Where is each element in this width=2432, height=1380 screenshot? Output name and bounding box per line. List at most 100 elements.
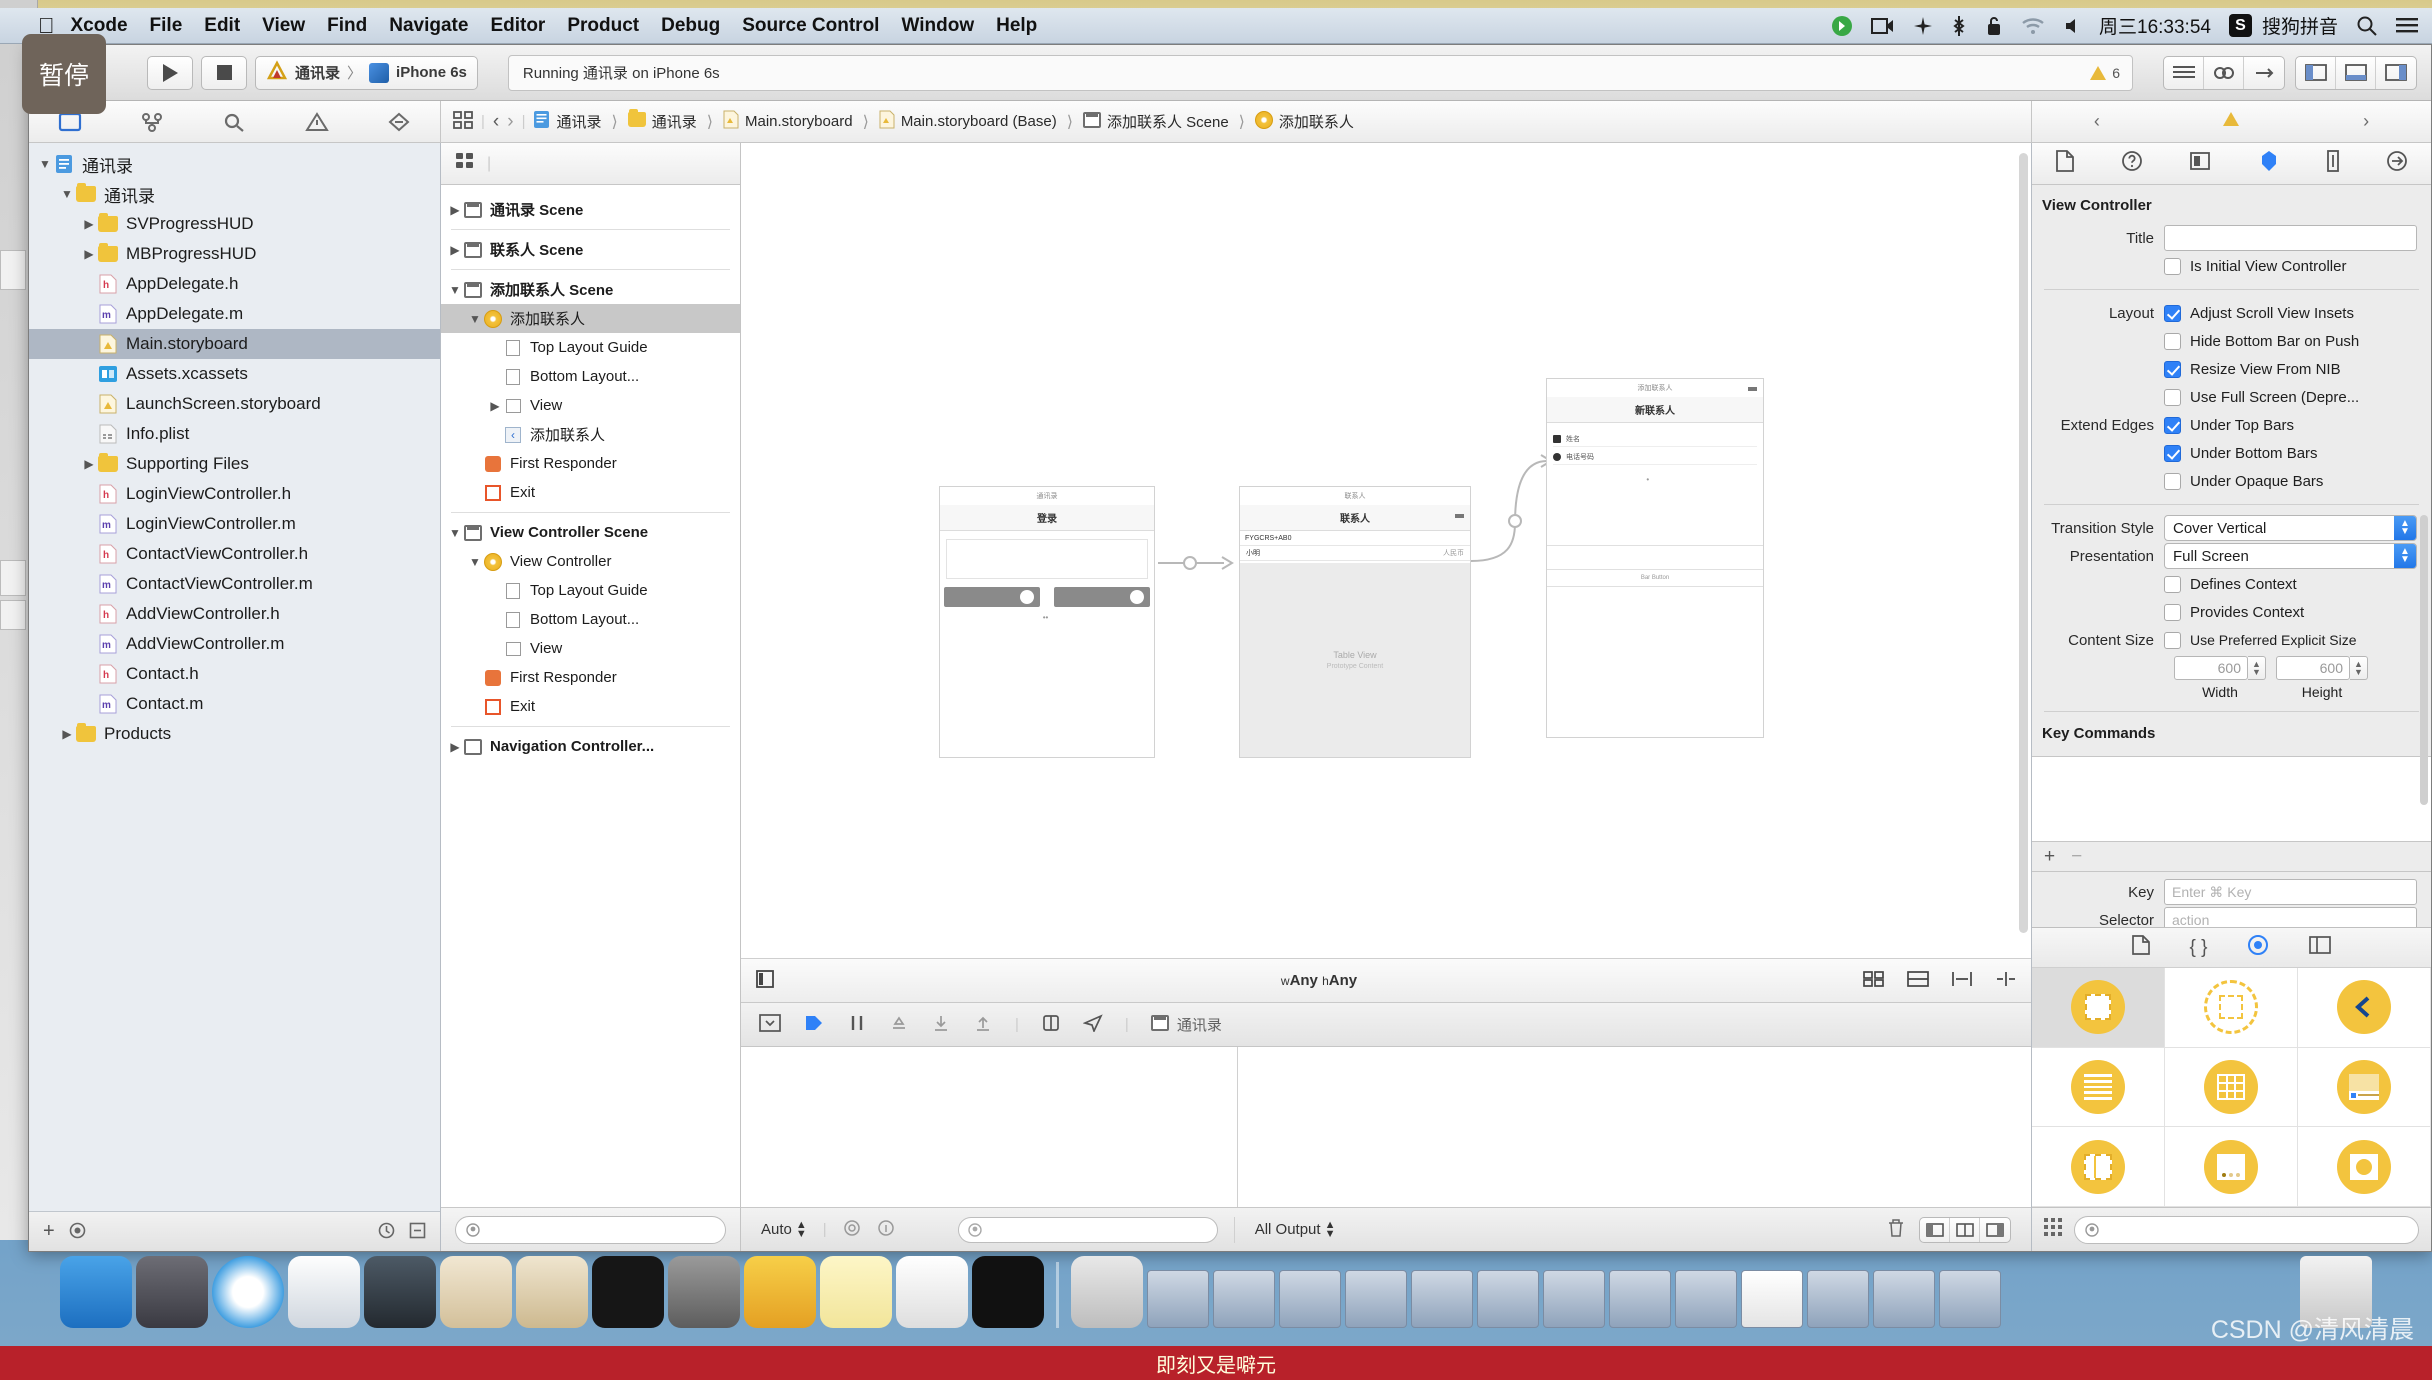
related-items-icon[interactable] bbox=[453, 110, 473, 133]
under-bottom-bars-checkbox[interactable] bbox=[2164, 444, 2181, 462]
hide-debug-icon[interactable] bbox=[2336, 56, 2376, 89]
document-outline-row[interactable]: ▼ 添加联系人 Scene bbox=[441, 275, 740, 304]
hide-navigator-icon[interactable] bbox=[2296, 56, 2336, 89]
content-size-row[interactable]: Content Size Use Preferred Explicit Size bbox=[2032, 626, 2431, 654]
menu-item-editor[interactable]: Editor bbox=[490, 15, 545, 37]
selector-row[interactable]: Selector action bbox=[2032, 906, 2431, 927]
document-outline-row[interactable]: ▼ View Controller Scene bbox=[441, 518, 740, 547]
align-icon[interactable] bbox=[1863, 970, 1885, 992]
resize-view-from-nib-checkbox[interactable] bbox=[2164, 360, 2181, 378]
disclosure-triangle-icon[interactable]: ▼ bbox=[447, 283, 463, 297]
project-navigator-row[interactable]: ▼ 通讯录 bbox=[29, 149, 440, 179]
pin-icon[interactable] bbox=[1907, 970, 1929, 992]
screen-record-icon[interactable] bbox=[1871, 16, 1895, 36]
project-navigator-row[interactable]: ▶ MBProgressHUD bbox=[29, 239, 440, 269]
volume-icon[interactable] bbox=[2063, 17, 2081, 35]
previous-issue-icon[interactable]: ‹ bbox=[2094, 111, 2100, 132]
scene-add-contact[interactable]: 添加联系人 新联系人 姓名 电话号码 • Bar Button bbox=[1546, 378, 1764, 738]
console-view[interactable] bbox=[1238, 1047, 2031, 1207]
step-out-icon[interactable] bbox=[973, 1014, 993, 1036]
disclosure-triangle-icon[interactable]: ▼ bbox=[467, 555, 483, 569]
input-method-label[interactable]: 搜狗拼音 bbox=[2262, 12, 2338, 39]
object-library-icon[interactable] bbox=[2247, 934, 2269, 961]
dock-imovie-icon[interactable] bbox=[364, 1256, 436, 1328]
recent-files-icon[interactable] bbox=[378, 1222, 395, 1242]
project-navigator-row[interactable]: LaunchScreen.storyboard bbox=[29, 389, 440, 419]
project-navigator-row[interactable]: Main.storyboard bbox=[29, 329, 440, 359]
version-editor-icon[interactable] bbox=[2244, 57, 2284, 89]
editor-mode-segmented[interactable] bbox=[2163, 55, 2285, 90]
scene-login[interactable]: 通讯录 登录 •• bbox=[939, 486, 1155, 758]
dock-minimized-window-6[interactable] bbox=[1477, 1270, 1539, 1328]
step-over-icon[interactable] bbox=[889, 1014, 909, 1036]
panel-toggles-segmented[interactable] bbox=[2295, 55, 2417, 90]
dock-minimized-window-3[interactable] bbox=[1279, 1270, 1341, 1328]
project-navigator-row[interactable]: ▶ Supporting Files bbox=[29, 449, 440, 479]
warning-icon[interactable] bbox=[2223, 112, 2240, 131]
dock-terminal-icon[interactable] bbox=[592, 1256, 664, 1328]
use-preferred-explicit-size-checkbox[interactable] bbox=[2164, 631, 2181, 649]
dock-minimized-window-2[interactable] bbox=[1213, 1270, 1275, 1328]
show-both-icon[interactable] bbox=[1950, 1217, 1980, 1242]
stop-button[interactable] bbox=[201, 55, 247, 90]
key-row[interactable]: Key Enter ⌘ Key bbox=[2032, 878, 2431, 906]
provides-context-checkbox[interactable] bbox=[2164, 603, 2181, 621]
media-library-icon[interactable] bbox=[2309, 936, 2332, 959]
extend-edges-top-row[interactable]: Extend Edges Under Top Bars bbox=[2032, 411, 2431, 439]
menu-item-product[interactable]: Product bbox=[567, 15, 639, 37]
layout-full-screen-row[interactable]: Use Full Screen (Depre... bbox=[2032, 383, 2431, 411]
library-item-split-view[interactable] bbox=[2032, 1127, 2165, 1207]
defines-context-row[interactable]: Defines Context bbox=[2032, 570, 2431, 598]
variables-view[interactable] bbox=[741, 1047, 1238, 1207]
defines-context-checkbox[interactable] bbox=[2164, 575, 2181, 593]
library-item-page-view[interactable] bbox=[2165, 1127, 2298, 1207]
project-navigator-row[interactable]: h LoginViewController.h bbox=[29, 479, 440, 509]
document-outline-row[interactable]: ▶ 通讯录 Scene bbox=[441, 195, 740, 224]
library-tab-bar[interactable]: { } bbox=[2032, 927, 2431, 967]
attributes-inspector-icon[interactable] bbox=[2258, 150, 2280, 177]
lock-icon[interactable] bbox=[1985, 15, 2003, 37]
input-method-badge[interactable]: S bbox=[2228, 14, 2252, 37]
under-opaque-bars-checkbox[interactable] bbox=[2164, 472, 2181, 490]
disclosure-triangle-icon[interactable]: ▶ bbox=[81, 247, 97, 261]
library-item-storyboard-reference[interactable] bbox=[2165, 968, 2298, 1048]
menubar-clock[interactable]: 周三16:33:54 bbox=[2099, 12, 2211, 39]
dock-minimized-window-1[interactable] bbox=[1147, 1270, 1209, 1328]
project-navigator-row[interactable]: m AddViewController.m bbox=[29, 629, 440, 659]
is-initial-vc-row[interactable]: Is Initial View Controller bbox=[2032, 252, 2431, 280]
document-outline-row[interactable]: Exit bbox=[441, 692, 740, 721]
dock-minimized-window-10[interactable] bbox=[1741, 1270, 1803, 1328]
airplane-icon[interactable] bbox=[1913, 16, 1933, 36]
simulate-location-icon[interactable] bbox=[1082, 1013, 1103, 1036]
document-outline-row[interactable]: First Responder bbox=[441, 663, 740, 692]
dock-help-icon[interactable] bbox=[896, 1256, 968, 1328]
notification-center-icon[interactable] bbox=[2396, 16, 2418, 36]
size-inspector-icon[interactable] bbox=[2326, 150, 2340, 177]
step-into-icon[interactable] bbox=[931, 1014, 951, 1036]
info-icon[interactable] bbox=[877, 1219, 895, 1241]
connections-inspector-icon[interactable] bbox=[2386, 150, 2408, 177]
is-initial-vc-checkbox[interactable] bbox=[2164, 257, 2181, 275]
transition-style-row[interactable]: Transition Style Cover Vertical ▲ ▼ bbox=[2032, 514, 2431, 542]
inspector-scrollbar[interactable] bbox=[2420, 515, 2428, 805]
document-outline-row[interactable]: Exit bbox=[441, 478, 740, 507]
forward-chevron-icon[interactable]: › bbox=[507, 111, 513, 133]
disclosure-triangle-icon[interactable]: ▶ bbox=[447, 203, 463, 217]
menu-item-help[interactable]: Help bbox=[996, 15, 1037, 37]
identity-inspector-icon[interactable] bbox=[2189, 151, 2211, 176]
assistant-editor-icon[interactable] bbox=[2204, 56, 2244, 89]
filter-circle-icon[interactable] bbox=[69, 1222, 86, 1242]
project-navigator-row[interactable]: m LoginViewController.m bbox=[29, 509, 440, 539]
resolve-issues-icon[interactable] bbox=[1951, 970, 1973, 992]
menu-item-source-control[interactable]: Source Control bbox=[742, 15, 879, 37]
document-outline-row[interactable]: View bbox=[441, 634, 740, 663]
code-snippet-library-icon[interactable]: { } bbox=[2190, 937, 2208, 959]
standard-editor-icon[interactable] bbox=[2164, 56, 2204, 89]
pause-icon[interactable] bbox=[847, 1014, 867, 1036]
breadcrumb-item-storyboard[interactable]: Main.storyboard bbox=[723, 110, 853, 133]
hide-debug-area-icon[interactable] bbox=[759, 1013, 781, 1036]
library-item-navigation-item[interactable] bbox=[2298, 968, 2431, 1048]
show-variables-icon[interactable] bbox=[1920, 1217, 1950, 1242]
breadcrumb-item-project[interactable]: 通讯录 bbox=[533, 110, 601, 133]
dock-minimized-window-12[interactable] bbox=[1873, 1270, 1935, 1328]
